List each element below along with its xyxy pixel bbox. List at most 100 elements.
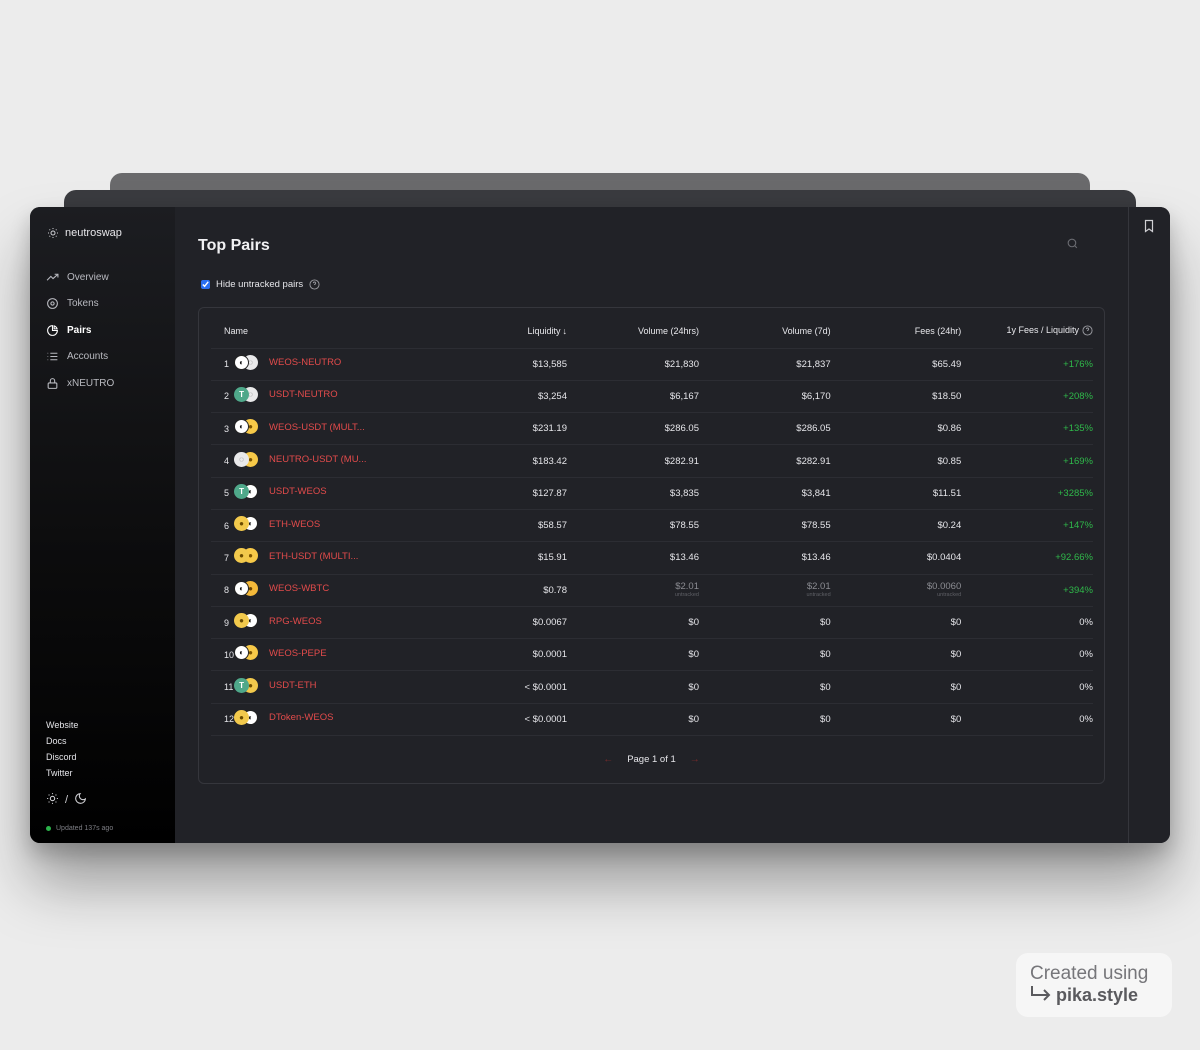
link-website[interactable]: Website: [46, 717, 78, 733]
fees-liquidity-cell: +176%: [961, 348, 1093, 381]
column-header-name[interactable]: Name: [211, 314, 367, 349]
sidebar-item-tokens[interactable]: Tokens: [45, 291, 114, 318]
column-header-fees[interactable]: Fees (24hr): [830, 314, 962, 349]
volume-24h-cell: $0: [567, 670, 699, 704]
next-page-icon[interactable]: →: [690, 754, 700, 765]
help-icon[interactable]: [1082, 325, 1093, 336]
volume-24h-cell: $6,167: [567, 380, 699, 414]
volume-7d-cell: $6,170: [698, 380, 831, 414]
fees-cell: $0.0404: [830, 541, 962, 575]
fees-liquidity-cell: 0%: [961, 638, 1093, 672]
table-row[interactable]: 12 ● ◐ DToken-WEOS < $0.0001 $0 $0 $0 0%: [211, 703, 1093, 737]
pair-info: ● ◐ RPG-WEOS: [234, 613, 322, 629]
pair-link[interactable]: ETH-USDT (MULTI...: [269, 551, 358, 562]
sidebar-item-pairs[interactable]: Pairs: [45, 317, 114, 344]
pair-link[interactable]: WEOS-WBTC: [269, 583, 329, 594]
pair-link[interactable]: ETH-WEOS: [269, 519, 320, 530]
pair-info: ◐ ● WEOS-PEPE: [234, 645, 327, 661]
apr-header-label: 1y Fees / Liquidity: [1006, 325, 1079, 336]
fees-liquidity-cell: +208%: [961, 380, 1093, 414]
sidebar-item-xneutro[interactable]: xNEUTRO: [45, 370, 114, 397]
column-header-liquidity[interactable]: Liquidity ↓: [366, 314, 567, 349]
link-twitter[interactable]: Twitter: [46, 765, 78, 781]
hide-untracked-checkbox[interactable]: [201, 280, 210, 289]
fees-cell: $0.0060 untracked: [830, 574, 962, 607]
volume-7d-cell: $2.01 untracked: [698, 574, 831, 607]
watermark-brand: pika.style: [1056, 985, 1139, 1005]
pair-cell: ◐ ◌ WEOS-NEUTRO: [234, 348, 367, 381]
sidebar-item-accounts[interactable]: Accounts: [45, 344, 114, 371]
table-row[interactable]: 8 ◐ ● WEOS-WBTC $0.78 $2.01 untracked $2.01 untr…: [211, 574, 1093, 607]
column-header-volume-7d[interactable]: Volume (7d): [698, 314, 831, 349]
fees-cell: $65.49: [830, 348, 962, 381]
pair-link[interactable]: WEOS-PEPE: [269, 648, 327, 659]
coin-icon: [45, 297, 59, 311]
rank-cell: 11: [211, 670, 235, 704]
rank-cell: 6: [211, 509, 235, 543]
column-header-volume-24h[interactable]: Volume (24hrs): [567, 314, 699, 349]
fees-cell: $0.24: [830, 509, 962, 543]
volume-24h-cell: $13.46: [567, 541, 699, 575]
volume-24h-cell: $3,835: [567, 477, 699, 510]
table-row[interactable]: 4 ◌ ● NEUTRO-USDT (MU... $183.42 $282.91 $282.…: [211, 444, 1093, 478]
hide-untracked-label: Hide untracked pairs: [216, 279, 304, 290]
table-row[interactable]: 6 ● ◐ ETH-WEOS $58.57 $78.55 $78.55 $0.24 +147%: [211, 509, 1093, 543]
table-row[interactable]: 2 T ◌ USDT-NEUTRO $3,254 $6,167 $6,170 $18.50 +2…: [211, 380, 1093, 414]
pair-link[interactable]: RPG-WEOS: [269, 616, 322, 627]
pair-link[interactable]: WEOS-NEUTRO: [269, 357, 341, 368]
rank-cell: 9: [211, 606, 235, 640]
pair-link[interactable]: DToken-WEOS: [269, 712, 333, 723]
untracked-label: untracked: [806, 592, 831, 599]
rank-cell: 5: [211, 477, 235, 510]
fees-cell: $0.85: [830, 444, 962, 478]
table-row[interactable]: 5 T ◐ USDT-WEOS $127.87 $3,835 $3,841 $11.51 +32…: [211, 477, 1093, 510]
liquidity-cell: < $0.0001: [366, 703, 567, 737]
right-rail: [1128, 207, 1170, 843]
token-pair-icons: ◌ ●: [234, 451, 260, 468]
pair-link[interactable]: USDT-ETH: [269, 680, 317, 691]
table-row[interactable]: 7 ● ● ETH-USDT (MULTI... $15.91 $13.46 $13.46 $…: [211, 541, 1093, 575]
table-row[interactable]: 11 T ● USDT-ETH < $0.0001 $0 $0 $0 0%: [211, 670, 1093, 704]
volume-7d-cell-value: $2.01: [806, 581, 831, 593]
hide-untracked-filter: Hide untracked pairs: [201, 279, 320, 290]
update-status-text: Updated 137s ago: [56, 825, 114, 832]
pair-cell: ◐ ● WEOS-PEPE: [234, 638, 367, 672]
prev-page-icon[interactable]: ←: [603, 754, 613, 765]
pie-chart-icon: [45, 323, 59, 337]
table-row[interactable]: 10 ◐ ● WEOS-PEPE $0.0001 $0 $0 $0 0%: [211, 638, 1093, 672]
pair-link[interactable]: NEUTRO-USDT (MU...: [269, 454, 366, 465]
pair-link[interactable]: USDT-NEUTRO: [269, 389, 338, 400]
table-row[interactable]: 1 ◐ ◌ WEOS-NEUTRO $13,585 $21,830 $21,837 $65.4…: [211, 348, 1093, 381]
token-pair-icons: T ◌: [234, 386, 260, 403]
liquidity-cell: $15.91: [366, 541, 567, 575]
sidebar-item-overview[interactable]: Overview: [45, 264, 114, 291]
volume-7d-cell: $13.46: [698, 541, 831, 575]
bookmark-icon[interactable]: [1143, 219, 1155, 233]
app-logo[interactable]: neutroswap: [47, 227, 122, 239]
token-pair-icons: ◐ ●: [234, 419, 260, 435]
fees-cell: $0.86: [830, 412, 962, 446]
moon-icon[interactable]: [74, 792, 87, 808]
column-header-fees-liquidity[interactable]: 1y Fees / Liquidity: [961, 314, 1093, 349]
weos-token-icon: ◐: [234, 580, 250, 596]
pair-info: ◐ ● WEOS-WBTC: [234, 580, 329, 597]
watermark-line1: Created using: [1030, 963, 1149, 984]
pair-cell: T ◐ USDT-WEOS: [234, 477, 367, 510]
help-icon[interactable]: [309, 279, 320, 290]
search-icon[interactable]: [1066, 237, 1080, 251]
usdt-token-icon: T: [234, 386, 250, 402]
sidebar-item-label: Pairs: [67, 324, 92, 336]
table-row[interactable]: 9 ● ◐ RPG-WEOS $0.0067 $0 $0 $0 0%: [211, 606, 1093, 640]
link-docs[interactable]: Docs: [46, 733, 78, 749]
pair-cell: ◐ ● WEOS-WBTC: [234, 574, 367, 607]
liquidity-cell: $231.19: [366, 412, 567, 446]
pair-link[interactable]: USDT-WEOS: [269, 486, 327, 497]
pair-link[interactable]: WEOS-USDT (MULT...: [269, 422, 365, 433]
sun-icon[interactable]: [46, 792, 59, 808]
table-row[interactable]: 3 ◐ ● WEOS-USDT (MULT... $231.19 $286.05 $286.…: [211, 412, 1093, 446]
update-status: Updated 137s ago: [46, 825, 113, 832]
volume-24h-cell: $286.05: [567, 412, 699, 446]
token-pair-icons: ● ◐: [234, 516, 260, 532]
volume-7d-cell: $78.55: [698, 509, 831, 543]
link-discord[interactable]: Discord: [46, 749, 78, 765]
